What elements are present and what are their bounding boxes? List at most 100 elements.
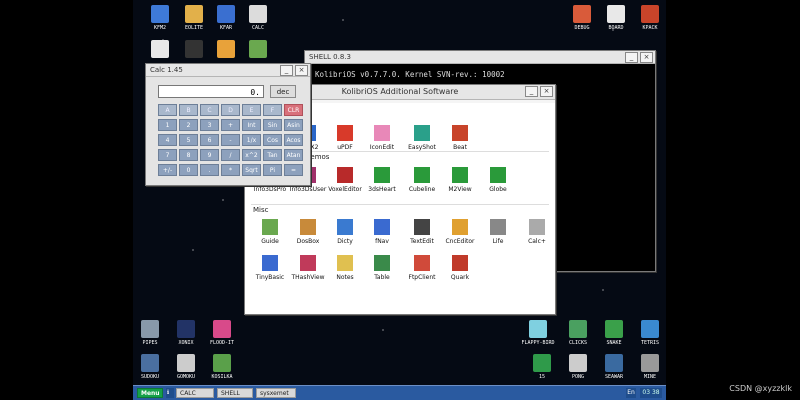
calcplus-launcher[interactable]: Calc+	[515, 219, 559, 245]
globe-launcher[interactable]: Globe	[476, 167, 520, 193]
heart3d-launcher[interactable]: 3dsHeart	[360, 167, 404, 193]
snake-launcher[interactable]: SNAKE	[596, 320, 632, 346]
fifteen-launcher[interactable]: 15	[524, 354, 560, 380]
calc-key[interactable]: Asin	[284, 119, 303, 131]
seawar-launcher[interactable]: SEAWAR	[596, 354, 632, 380]
close-button[interactable]: ×	[540, 86, 553, 97]
icon-label: IconEdit	[369, 144, 395, 151]
flood-it-launcher[interactable]: FLOOD-IT	[204, 320, 240, 346]
calc-key[interactable]: D	[221, 104, 240, 116]
calc-key[interactable]: /	[221, 149, 240, 161]
fnav-launcher[interactable]: fNav	[360, 219, 404, 245]
task-sysxemet[interactable]: sysxemet	[256, 388, 296, 398]
calc-key[interactable]: 1	[158, 119, 177, 131]
tools-launcher[interactable]	[208, 40, 244, 58]
life-launcher[interactable]: Life	[476, 219, 520, 245]
bird-launcher[interactable]: FLAPPY-BIRD	[520, 320, 556, 346]
board-icon	[607, 5, 625, 23]
calc-key[interactable]: .	[200, 164, 219, 176]
calc-key[interactable]: 9	[200, 149, 219, 161]
calc-key[interactable]: Cos	[263, 134, 282, 146]
file-manager-launcher[interactable]: KFAR	[208, 5, 244, 31]
minimize-button[interactable]: _	[625, 52, 638, 63]
debug-icon	[573, 5, 591, 23]
calc-key[interactable]: +/-	[158, 164, 177, 176]
code-launcher[interactable]	[176, 40, 212, 58]
close-button[interactable]: ×	[640, 52, 653, 63]
calc-key[interactable]: 3	[200, 119, 219, 131]
calc-key[interactable]: Pi	[263, 164, 282, 176]
quark-launcher[interactable]: Quark	[438, 255, 482, 281]
pong-launcher[interactable]: PONG	[560, 354, 596, 380]
minimize-button[interactable]: _	[525, 86, 538, 97]
iconedit-launcher[interactable]: IconEdit	[360, 125, 404, 151]
language-indicator[interactable]: En	[626, 388, 636, 398]
calc-key[interactable]: B	[179, 104, 198, 116]
calc-key[interactable]: 6	[200, 134, 219, 146]
calc-key[interactable]: 1/x	[242, 134, 261, 146]
icon-label: fNav	[375, 238, 389, 245]
calc-key[interactable]: 8	[179, 149, 198, 161]
calc-key[interactable]: Sqrt	[242, 164, 261, 176]
calc-key[interactable]: Int	[242, 119, 261, 131]
shell-titlebar[interactable]: SHELL 0.8.3 _ ×	[305, 51, 655, 64]
calc-key[interactable]: *	[221, 164, 240, 176]
calc-window[interactable]: Calc 1.45 _ × 0. dec A B C D E F CLR 1 2 3 + Int Sin…	[145, 63, 311, 186]
calc-key[interactable]: 4	[158, 134, 177, 146]
floppy-launcher[interactable]: KFM2	[142, 5, 178, 31]
pipes-launcher[interactable]: PIPES	[132, 320, 168, 346]
calc-key[interactable]: Acos	[284, 134, 303, 146]
iconedit-icon	[374, 125, 390, 141]
heart3d-icon	[374, 167, 390, 183]
folder-launcher[interactable]: EOLITE	[176, 5, 212, 31]
mine-launcher[interactable]: MINE	[632, 354, 668, 380]
cube-launcher[interactable]	[240, 40, 276, 58]
task-calc[interactable]: CALC	[176, 388, 214, 398]
calc-mode-button[interactable]: dec	[270, 85, 296, 98]
calc-key[interactable]: E	[242, 104, 261, 116]
close-button[interactable]: ×	[295, 65, 308, 76]
clock[interactable]: 03 38	[640, 388, 662, 398]
calc-key[interactable]: =	[284, 164, 303, 176]
task-shell[interactable]: SHELL	[217, 388, 253, 398]
calc-key[interactable]: 0	[179, 164, 198, 176]
tetris-launcher[interactable]: TETRIS	[632, 320, 668, 346]
fifteen-icon	[533, 354, 551, 372]
mine-icon	[641, 354, 659, 372]
calc-key[interactable]: x^2	[242, 149, 261, 161]
info-icon[interactable]: ℹ	[166, 388, 174, 398]
xonix-launcher[interactable]: XONIX	[168, 320, 204, 346]
notepad-launcher[interactable]	[142, 40, 178, 58]
calc-key[interactable]: A	[158, 104, 177, 116]
sudoku-launcher[interactable]: SUDOKU	[132, 354, 168, 380]
calculator-launcher[interactable]: CALC	[240, 5, 276, 31]
globe-icon	[490, 167, 506, 183]
calc-titlebar[interactable]: Calc 1.45 _ ×	[146, 64, 310, 77]
calc-key[interactable]: -	[221, 134, 240, 146]
menu-button[interactable]: Menu	[137, 388, 163, 398]
calc-key[interactable]: Atan	[284, 149, 303, 161]
calc-key[interactable]: +	[221, 119, 240, 131]
calc-key[interactable]: CLR	[284, 104, 303, 116]
kosilka-launcher[interactable]: KOSILKA	[204, 354, 240, 380]
calc-key[interactable]: 2	[179, 119, 198, 131]
table-launcher[interactable]: Table	[360, 255, 404, 281]
clicks-launcher[interactable]: CLICKS	[560, 320, 596, 346]
debug-launcher[interactable]: DEBUG	[564, 5, 600, 31]
kosilka-icon	[213, 354, 231, 372]
board-launcher[interactable]: BOARD	[598, 5, 634, 31]
metronome-launcher[interactable]: Beat	[438, 125, 482, 151]
calc-key[interactable]: C	[200, 104, 219, 116]
calc-key[interactable]: F	[263, 104, 282, 116]
calc-key[interactable]: 7	[158, 149, 177, 161]
seawar-icon	[605, 354, 623, 372]
icon-label: SEAWAR	[604, 374, 624, 380]
calc-key[interactable]: Tan	[263, 149, 282, 161]
icon-label: Quark	[450, 274, 470, 281]
gomoku-launcher[interactable]: GOMOKU	[168, 354, 204, 380]
calc-key[interactable]: 5	[179, 134, 198, 146]
minimize-button[interactable]: _	[280, 65, 293, 76]
kpack-launcher[interactable]: KPACK	[632, 5, 668, 31]
icon-label: Globe	[489, 186, 507, 193]
calc-key[interactable]: Sin	[263, 119, 282, 131]
